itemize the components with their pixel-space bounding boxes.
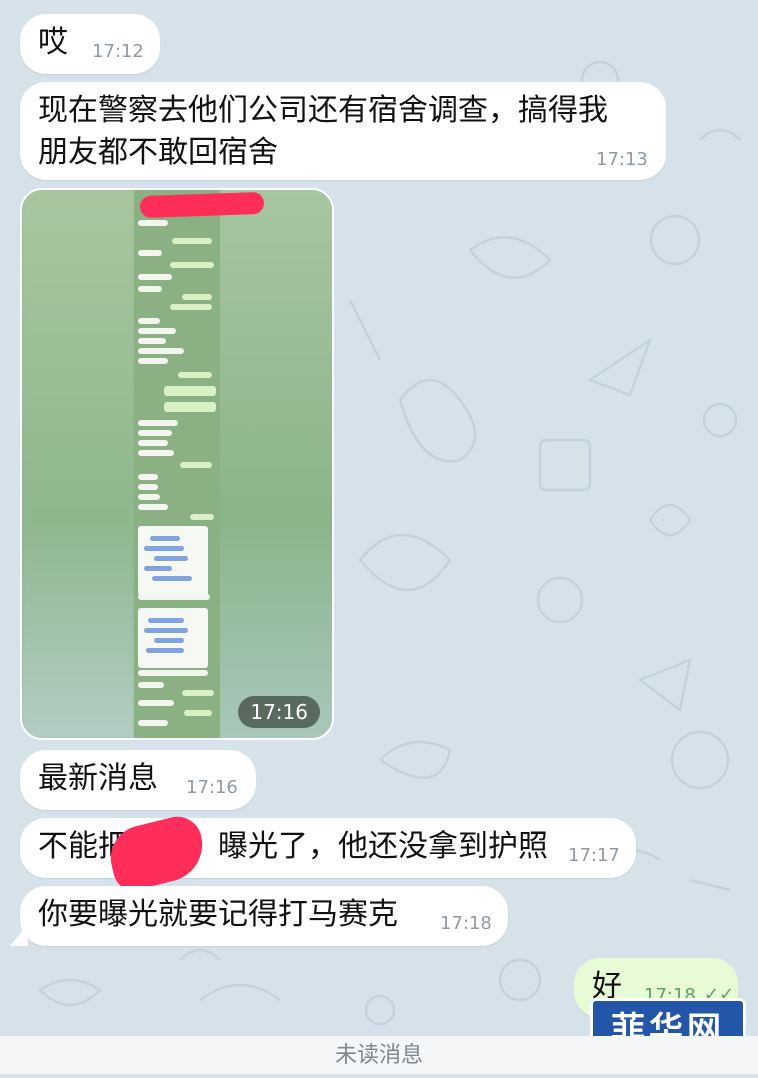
message-text: 最新消息 <box>38 761 158 796</box>
message-text: 你要曝光就要记得打马赛克 <box>38 897 398 932</box>
message-time: 17:13 <box>596 149 648 170</box>
message-bubble-incoming[interactable]: 你要曝光就要记得打马赛克 <box>20 886 508 946</box>
blurred-background <box>218 190 332 738</box>
message-text-after-redaction: 曝光了，他还没拿到护照 <box>218 829 548 864</box>
message-text: 哎 <box>38 25 68 60</box>
message-text-line: 现在警察去他们公司还有宿舍调查，搞得我 <box>38 93 608 128</box>
media-timestamp: 17:16 <box>238 696 320 728</box>
message-time: 17:12 <box>92 41 144 62</box>
message-bubble-incoming[interactable]: 现在警察去他们公司还有宿舍调查，搞得我 朋友都不敢回宿舍 <box>20 82 666 180</box>
bubble-tail <box>10 924 28 946</box>
message-time: 17:17 <box>568 845 620 866</box>
message-text-line: 朋友都不敢回宿舍 <box>38 135 278 170</box>
blurred-background <box>22 190 134 738</box>
unread-messages-divider: 未读消息 <box>0 1036 758 1074</box>
message-time: 17:18 <box>440 913 492 934</box>
message-time: 17:16 <box>186 777 238 798</box>
chat-screenshot-thumbnail <box>134 190 220 738</box>
redaction-mark <box>139 191 265 219</box>
image-message[interactable]: 17:16 <box>20 188 334 740</box>
